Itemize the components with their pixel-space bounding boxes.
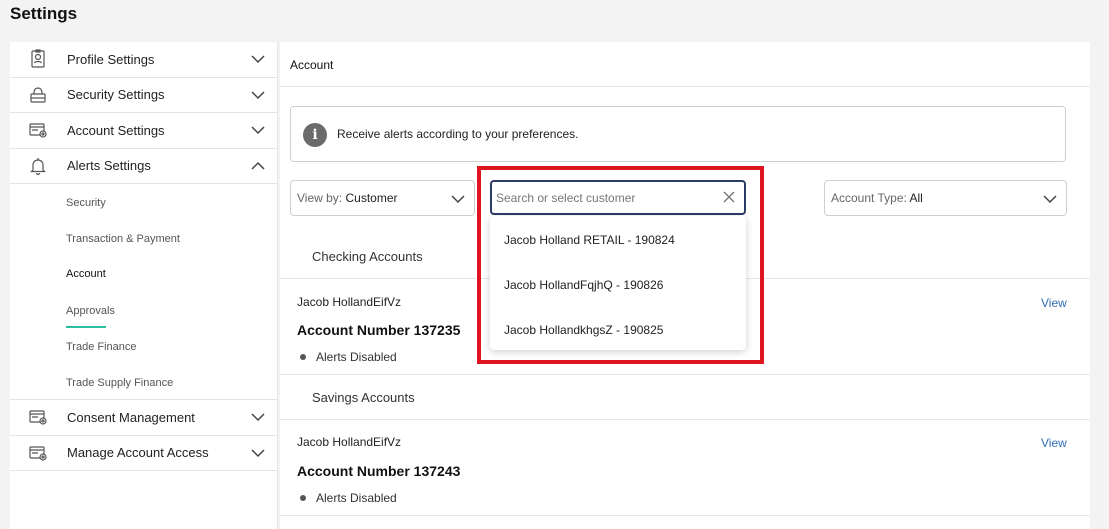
customer-search-input[interactable] bbox=[496, 188, 714, 208]
section-header-checking: Checking Accounts bbox=[312, 249, 423, 264]
chevron-down-icon[interactable] bbox=[250, 51, 266, 67]
section-title: Account bbox=[290, 58, 334, 72]
alert-status: Alerts Disabled bbox=[316, 491, 397, 505]
sidebar-item-account-settings[interactable]: Account Settings bbox=[10, 113, 277, 149]
account-type-label: Account Type: bbox=[831, 191, 907, 205]
close-icon[interactable] bbox=[722, 190, 736, 204]
chevron-down-icon[interactable] bbox=[250, 87, 266, 103]
chevron-up-icon[interactable] bbox=[250, 158, 266, 174]
main-panel: Account i Receive alerts according to yo… bbox=[280, 42, 1090, 529]
info-banner: i Receive alerts according to your prefe… bbox=[290, 106, 1066, 162]
divider bbox=[280, 515, 1090, 516]
alert-status: Alerts Disabled bbox=[316, 350, 397, 364]
divider bbox=[280, 374, 1090, 375]
sidebar-item-label: Manage Account Access bbox=[67, 445, 209, 461]
account-type-select[interactable]: Account Type: All bbox=[824, 180, 1067, 216]
dropdown-option[interactable]: Jacob HollandFqjhQ - 190826 bbox=[504, 278, 663, 292]
view-link[interactable]: View bbox=[1041, 296, 1067, 310]
sidebar-item-manage-account-access[interactable]: Manage Account Access bbox=[10, 436, 277, 471]
page-title: Settings bbox=[10, 4, 78, 23]
dropdown-option[interactable]: Jacob Holland RETAIL - 190824 bbox=[504, 233, 675, 247]
view-by-value: Customer bbox=[345, 191, 398, 205]
profile-card-icon bbox=[31, 49, 45, 68]
section-header-savings: Savings Accounts bbox=[312, 390, 415, 405]
settings-sidebar: Profile Settings Security Settings Accou… bbox=[10, 42, 278, 529]
sidebar-item-profile-settings[interactable]: Profile Settings bbox=[10, 42, 277, 78]
sidebar-item-label: Consent Management bbox=[67, 409, 195, 425]
consent-icon bbox=[29, 410, 47, 425]
sidebar-item-label: Profile Settings bbox=[67, 51, 155, 67]
sidebar-item-security-settings[interactable]: Security Settings bbox=[10, 78, 277, 113]
sidebar-item-label: Security Settings bbox=[67, 87, 165, 103]
status-dot bbox=[300, 354, 306, 360]
info-icon: i bbox=[303, 123, 327, 147]
customer-search[interactable] bbox=[490, 180, 746, 215]
security-lock-icon bbox=[30, 87, 46, 103]
chevron-down-icon bbox=[451, 195, 465, 204]
account-access-icon bbox=[29, 446, 47, 461]
sidebar-item-alerts-settings[interactable]: Alerts Settings bbox=[10, 149, 277, 184]
view-by-select[interactable]: View by: Customer bbox=[290, 180, 475, 216]
account-number: Account Number 137235 bbox=[297, 322, 461, 338]
view-by-label: View by: bbox=[297, 191, 343, 205]
chevron-down-icon[interactable] bbox=[250, 409, 266, 425]
account-holder-name: Jacob HollandEifVz bbox=[297, 435, 402, 449]
chevron-down-icon[interactable] bbox=[250, 122, 266, 138]
customer-dropdown: Jacob Holland RETAIL - 190824 Jacob Holl… bbox=[490, 216, 746, 350]
active-indicator bbox=[66, 326, 106, 328]
status-dot bbox=[300, 495, 306, 501]
sub-item-security[interactable]: Security bbox=[66, 197, 106, 209]
account-type-value: All bbox=[909, 191, 923, 205]
sidebar-item-consent-management[interactable]: Consent Management bbox=[10, 400, 277, 436]
sub-item-trade-finance[interactable]: Trade Finance bbox=[66, 341, 137, 353]
chevron-down-icon[interactable] bbox=[250, 445, 266, 461]
sub-item-account[interactable]: Account bbox=[66, 268, 106, 280]
sidebar-item-label: Account Settings bbox=[67, 122, 165, 138]
divider bbox=[280, 419, 1090, 420]
dropdown-option[interactable]: Jacob HollandkhgsZ - 190825 bbox=[504, 323, 663, 337]
info-text: Receive alerts according to your prefere… bbox=[337, 127, 579, 141]
account-settings-icon bbox=[29, 123, 47, 138]
sub-item-approvals[interactable]: Approvals bbox=[66, 305, 115, 317]
sub-item-transaction-payment[interactable]: Transaction & Payment bbox=[66, 233, 180, 245]
alerts-sub-menu: Security Transaction & Payment Account A… bbox=[10, 184, 277, 400]
bell-gear-icon bbox=[30, 157, 46, 175]
view-link[interactable]: View bbox=[1041, 436, 1067, 450]
chevron-down-icon bbox=[1043, 195, 1057, 204]
sub-item-trade-supply-finance[interactable]: Trade Supply Finance bbox=[66, 377, 173, 389]
account-number: Account Number 137243 bbox=[297, 463, 461, 479]
account-holder-name: Jacob HollandEifVz bbox=[297, 295, 402, 309]
main-header: Account bbox=[280, 42, 1090, 87]
sidebar-item-label: Alerts Settings bbox=[67, 158, 151, 174]
